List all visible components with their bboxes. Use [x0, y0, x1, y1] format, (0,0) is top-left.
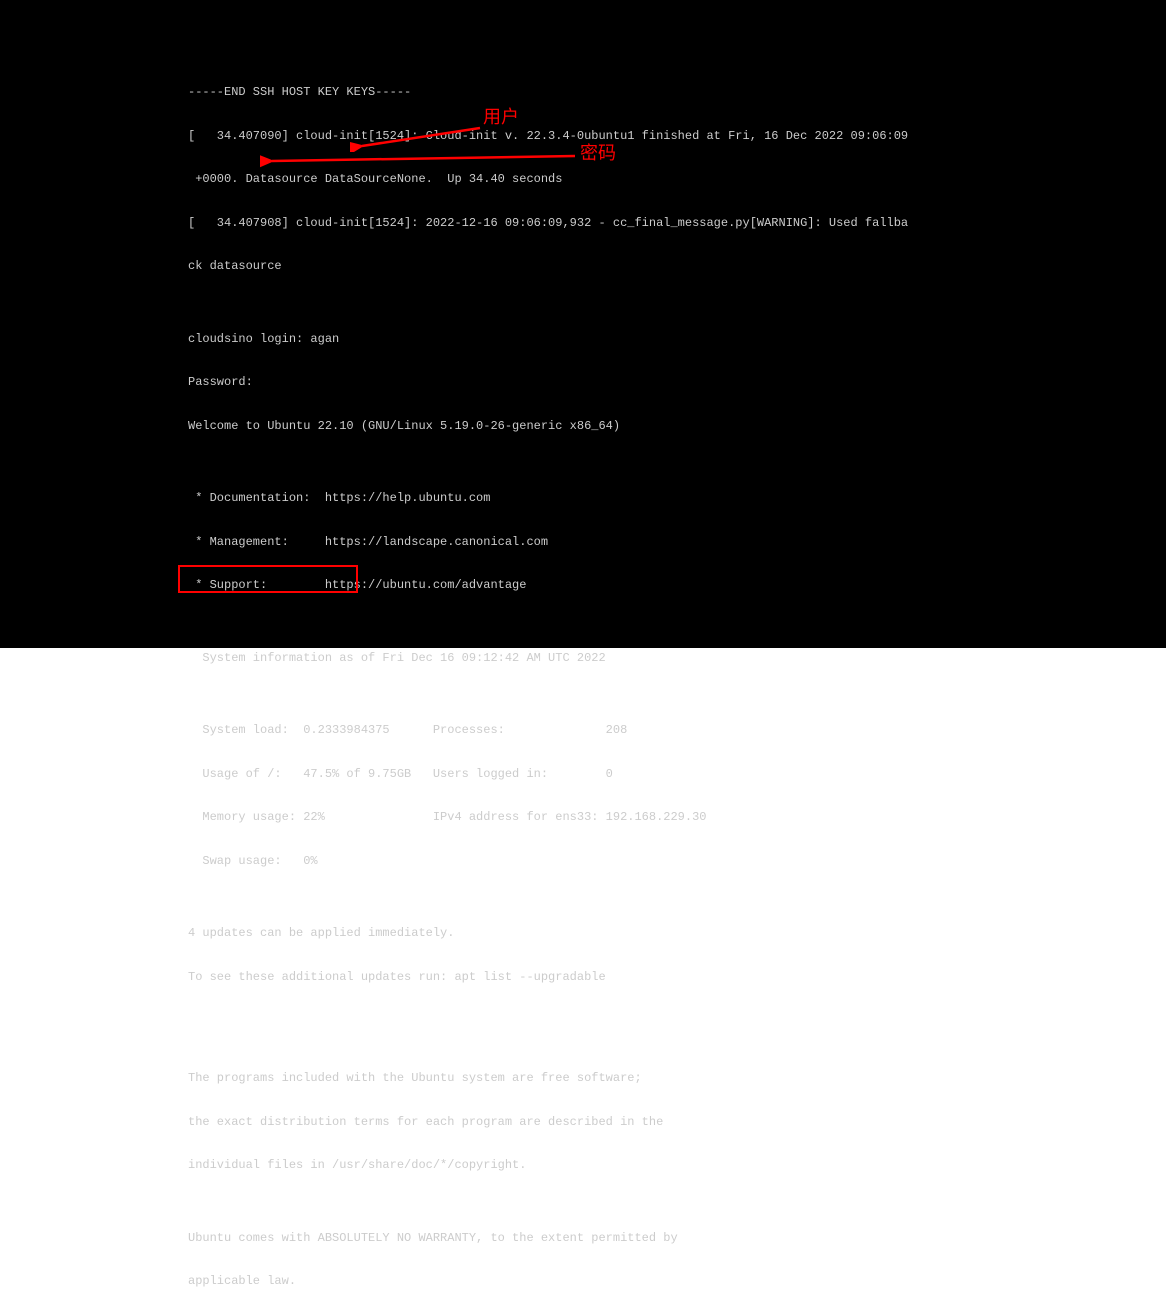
system-load-line: System load: 0.2333984375 Processes: 208 [188, 723, 1166, 738]
annotation-user-label: 用户 [483, 110, 519, 125]
license-line: individual files in /usr/share/doc/*/cop… [188, 1158, 1166, 1173]
terminal-line: -----END SSH HOST KEY KEYS----- [188, 85, 1166, 100]
warranty-line: applicable law. [188, 1274, 1166, 1289]
license-line: The programs included with the Ubuntu sy… [188, 1071, 1166, 1086]
terminal-line: ck datasource [188, 259, 1166, 274]
warranty-line: Ubuntu comes with ABSOLUTELY NO WARRANTY… [188, 1231, 1166, 1246]
login-prompt-line: cloudsino login: agan [188, 332, 1166, 347]
terminal-window[interactable]: -----END SSH HOST KEY KEYS----- [ 34.407… [0, 0, 1166, 648]
documentation-line: * Documentation: https://help.ubuntu.com [188, 491, 1166, 506]
terminal-line: [ 34.407908] cloud-init[1524]: 2022-12-1… [188, 216, 1166, 231]
welcome-line: Welcome to Ubuntu 22.10 (GNU/Linux 5.19.… [188, 419, 1166, 434]
terminal-line: +0000. Datasource DataSourceNone. Up 34.… [188, 172, 1166, 187]
arrow-password-icon [260, 148, 580, 168]
swap-usage-line: Swap usage: 0% [188, 854, 1166, 869]
updates-line: 4 updates can be applied immediately. [188, 926, 1166, 941]
system-info-header: System information as of Fri Dec 16 09:1… [188, 651, 1166, 666]
password-prompt-line: Password: [188, 375, 1166, 390]
disk-usage-line: Usage of /: 47.5% of 9.75GB Users logged… [188, 767, 1166, 782]
memory-usage-line: Memory usage: 22% IPv4 address for ens33… [188, 810, 1166, 825]
terminal-line: [ 34.407090] cloud-init[1524]: Cloud-ini… [188, 129, 1166, 144]
updates-hint-line: To see these additional updates run: apt… [188, 970, 1166, 985]
prompt-highlight-box [178, 565, 358, 593]
annotation-password-label: 密码 [580, 146, 616, 161]
management-line: * Management: https://landscape.canonica… [188, 535, 1166, 550]
license-line: the exact distribution terms for each pr… [188, 1115, 1166, 1130]
